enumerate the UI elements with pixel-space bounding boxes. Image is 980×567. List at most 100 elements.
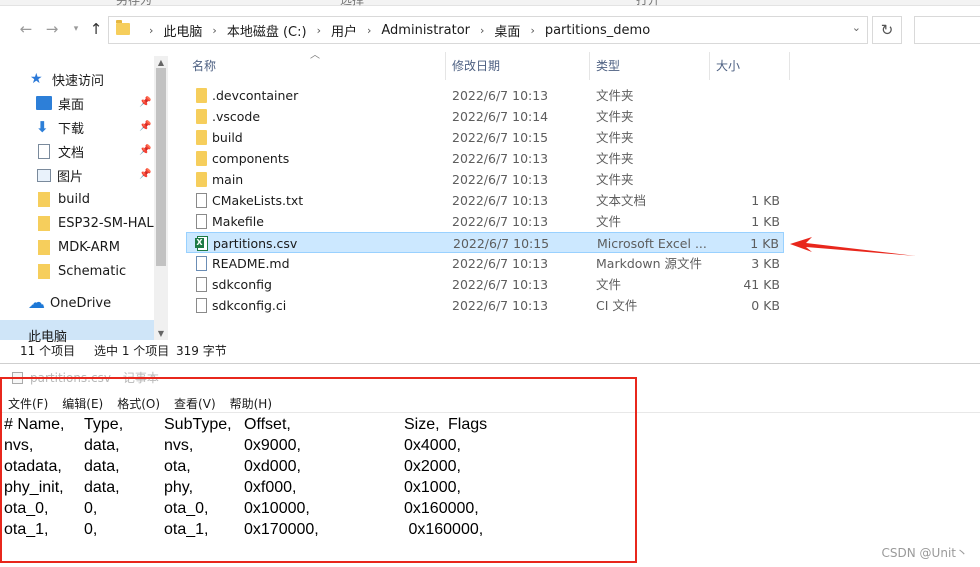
- scroll-up-arrow-icon[interactable]: ▲: [154, 58, 168, 67]
- folder-icon: [116, 20, 130, 35]
- file-name: build: [212, 130, 243, 145]
- sidebar-item-onedrive[interactable]: ☁ OneDrive: [28, 292, 154, 314]
- refresh-button[interactable]: ↻: [872, 16, 902, 44]
- back-arrow-icon[interactable]: ←: [16, 19, 36, 39]
- file-row[interactable]: README.md 2022/6/7 10:13 Markdown 源文件 3 KB: [186, 253, 784, 274]
- sidebar-item-label: build: [58, 191, 90, 207]
- chevron-right-icon[interactable]: ›: [480, 24, 484, 37]
- document-icon: [38, 143, 50, 159]
- file-size: 0 KB: [751, 298, 780, 313]
- scrollbar-thumb[interactable]: [156, 68, 166, 266]
- column-header-name[interactable]: 名称: [186, 52, 446, 80]
- sidebar-item-this-pc[interactable]: 此电脑: [0, 320, 154, 345]
- selection-size: 319 字节: [176, 344, 227, 358]
- file-name: sdkconfig: [212, 277, 272, 292]
- ribbon-strip: 另存为 选择 打开: [0, 0, 980, 8]
- file-row[interactable]: sdkconfig 2022/6/7 10:13 文件 41 KB: [186, 274, 784, 295]
- chevron-right-icon[interactable]: ›: [317, 24, 321, 37]
- sidebar-item-quick-access[interactable]: ★ 快速访问: [30, 68, 156, 90]
- breadcrumb-item[interactable]: Administrator: [381, 23, 470, 38]
- chevron-right-icon[interactable]: ›: [149, 24, 153, 37]
- column-header-date[interactable]: 修改日期: [446, 52, 590, 80]
- file-row[interactable]: sdkconfig.ci 2022/6/7 10:13 CI 文件 0 KB: [186, 295, 784, 316]
- folder-icon: [196, 151, 207, 166]
- chevron-right-icon[interactable]: ›: [530, 24, 534, 37]
- file-type: 文件夹: [596, 130, 634, 145]
- pin-icon[interactable]: 📌: [139, 97, 151, 108]
- ribbon-label[interactable]: 打开: [636, 0, 660, 8]
- folder-icon: [38, 239, 50, 255]
- file-size: 1 KB: [751, 193, 780, 208]
- file-type: CI 文件: [596, 298, 638, 313]
- breadcrumb-item[interactable]: 此电脑: [163, 21, 202, 40]
- search-input[interactable]: [914, 16, 980, 44]
- pin-icon[interactable]: 📌: [139, 169, 151, 180]
- forward-arrow-icon[interactable]: →: [42, 19, 62, 39]
- file-row[interactable]: build 2022/6/7 10:15 文件夹: [186, 127, 784, 148]
- file-date: 2022/6/7 10:15: [453, 236, 550, 251]
- sidebar-item-schematic[interactable]: Schematic: [36, 260, 162, 282]
- file-row[interactable]: .devcontainer 2022/6/7 10:13 文件夹: [186, 85, 784, 106]
- sidebar-item-label: OneDrive: [50, 295, 112, 311]
- ribbon-label[interactable]: 选择: [340, 0, 364, 8]
- file-row[interactable]: CMakeLists.txt 2022/6/7 10:13 文本文档 1 KB: [186, 190, 784, 211]
- file-name: .devcontainer: [212, 88, 299, 103]
- address-bar[interactable]: › 此电脑 › 本地磁盘 (C:) › 用户 › Administrator ›…: [108, 16, 868, 44]
- sidebar-item-build[interactable]: build: [36, 188, 162, 210]
- refresh-icon: ↻: [880, 21, 894, 39]
- breadcrumb-item[interactable]: 用户: [331, 21, 357, 40]
- annotation-highlight-box: [0, 377, 637, 563]
- sidebar-item-mdk-arm[interactable]: MDK-ARM: [36, 236, 162, 258]
- file-row[interactable]: main 2022/6/7 10:13 文件夹: [186, 169, 784, 190]
- file-type: 文件夹: [596, 172, 634, 187]
- status-bar: 11 个项目 选中 1 个项目 319 字节: [0, 340, 980, 362]
- recent-locations-chevron-icon[interactable]: ▾: [66, 19, 86, 39]
- sidebar-item-label: 下载: [58, 121, 85, 137]
- ribbon-label[interactable]: 另存为: [116, 0, 152, 8]
- sidebar-item-label: 桌面: [58, 97, 85, 113]
- navigation-pane: ★ 快速访问 桌面 📌 ⬇ 下载 📌 文档 📌 图片 📌 build ESP32…: [0, 56, 170, 342]
- file-date: 2022/6/7 10:13: [452, 193, 549, 208]
- breadcrumb-item[interactable]: partitions_demo: [545, 23, 650, 38]
- sidebar-item-label: 文档: [58, 145, 85, 161]
- file-row[interactable]: Makefile 2022/6/7 10:13 文件 1 KB: [186, 211, 784, 232]
- column-header-size[interactable]: 大小: [710, 52, 790, 80]
- file-date: 2022/6/7 10:13: [452, 298, 549, 313]
- sidebar-item-label: MDK-ARM: [58, 239, 120, 255]
- file-type: 文本文档: [596, 193, 647, 208]
- file-date: 2022/6/7 10:15: [452, 130, 549, 145]
- pin-icon[interactable]: 📌: [139, 145, 151, 156]
- sidebar-item-label: 图片: [57, 169, 84, 185]
- file-row[interactable]: components 2022/6/7 10:13 文件夹: [186, 148, 784, 169]
- file-name: partitions.csv: [213, 236, 298, 251]
- folder-icon: [38, 263, 50, 279]
- sidebar-scrollbar[interactable]: ▲ ▼: [154, 56, 168, 340]
- text-file-icon: [196, 214, 207, 229]
- file-type: 文件夹: [596, 88, 634, 103]
- scroll-down-arrow-icon[interactable]: ▼: [154, 329, 168, 338]
- chevron-down-icon[interactable]: ⌄: [852, 21, 861, 34]
- file-row[interactable]: partitions.csv 2022/6/7 10:15 Microsoft Ex…: [186, 232, 784, 253]
- folder-icon: [196, 172, 207, 187]
- pin-icon[interactable]: 📌: [139, 121, 151, 132]
- text-file-icon: [196, 298, 207, 313]
- breadcrumb-item[interactable]: 桌面: [494, 21, 520, 40]
- up-arrow-icon[interactable]: ↑: [86, 19, 106, 39]
- file-size: 41 KB: [743, 277, 780, 292]
- file-type: Microsoft Excel ...: [597, 236, 707, 251]
- file-type: 文件: [596, 277, 622, 292]
- file-date: 2022/6/7 10:14: [452, 109, 549, 124]
- file-row[interactable]: .vscode 2022/6/7 10:14 文件夹: [186, 106, 784, 127]
- chevron-right-icon[interactable]: ›: [367, 24, 371, 37]
- file-size: 1 KB: [751, 214, 780, 229]
- sidebar-item-label: ESP32-SM-HAL-F: [58, 215, 154, 231]
- column-header-type[interactable]: 类型: [590, 52, 710, 80]
- text-file-icon: [196, 277, 207, 292]
- file-type: 文件: [596, 214, 622, 229]
- breadcrumb-item[interactable]: 本地磁盘 (C:): [227, 21, 307, 40]
- sidebar-item-esp32[interactable]: ESP32-SM-HAL-F: [36, 212, 154, 234]
- file-date: 2022/6/7 10:13: [452, 256, 549, 271]
- folder-icon: [196, 109, 207, 124]
- chevron-right-icon[interactable]: ›: [212, 24, 216, 37]
- annotation-arrow: [790, 237, 916, 256]
